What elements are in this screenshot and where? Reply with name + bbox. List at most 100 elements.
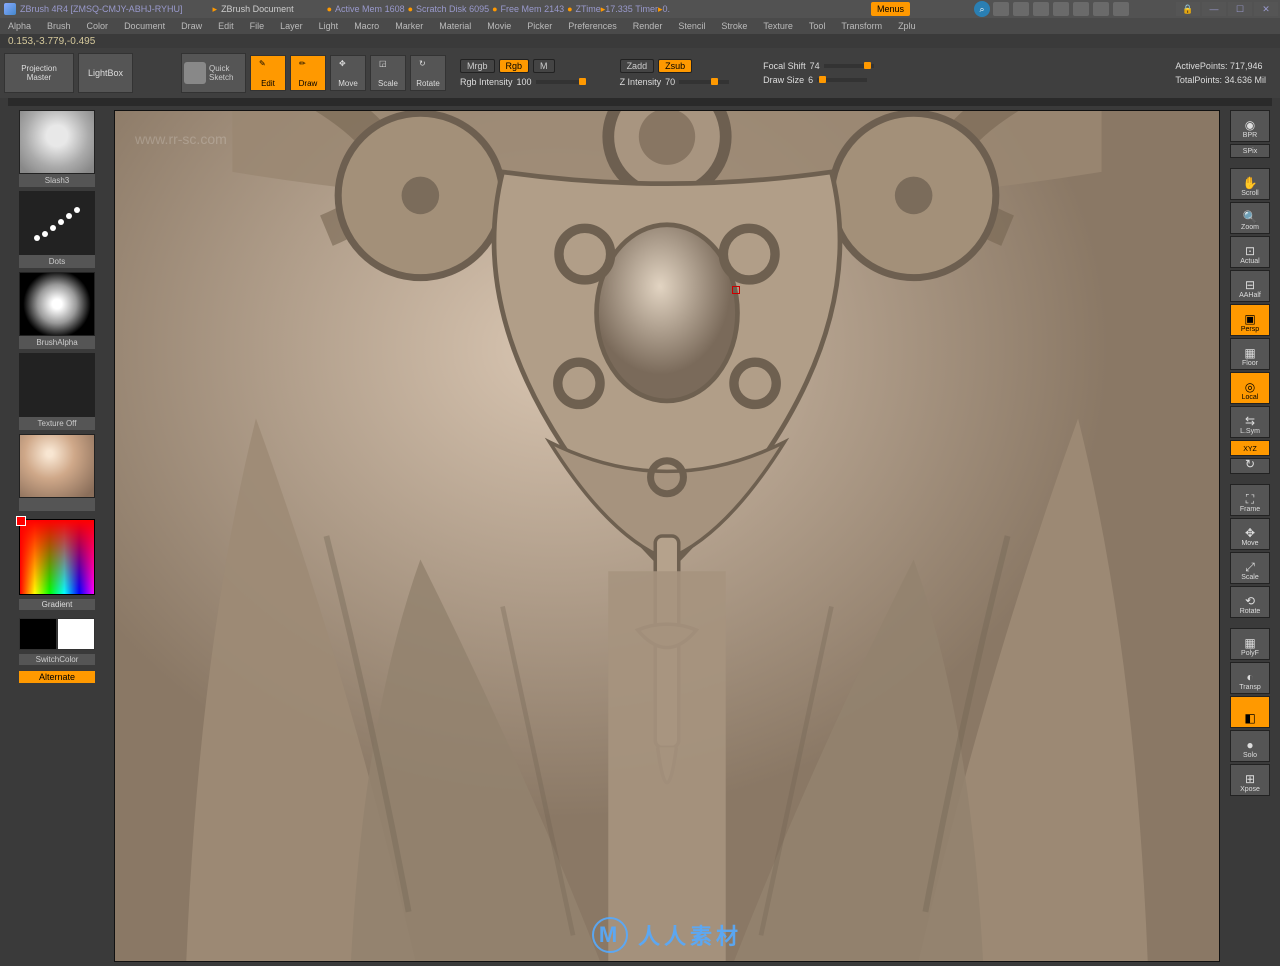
globe-icon[interactable] bbox=[1033, 2, 1049, 16]
menu-stroke[interactable]: Stroke bbox=[717, 21, 751, 31]
window-controls: 🔒 — ☐ ✕ bbox=[1176, 2, 1278, 16]
rot-snap-button[interactable]: ↻ bbox=[1230, 458, 1270, 474]
move-mode-button[interactable]: ✥Move bbox=[330, 55, 366, 91]
stroke-selector[interactable]: Dots bbox=[19, 191, 95, 268]
bolt-icon[interactable] bbox=[1053, 2, 1069, 16]
alpha-selector[interactable]: BrushAlpha bbox=[19, 272, 95, 349]
menu-color[interactable]: Color bbox=[83, 21, 113, 31]
search-icon[interactable]: ⌕ bbox=[974, 1, 990, 17]
floor-button[interactable]: ▦Floor bbox=[1230, 338, 1270, 370]
minimize-icon[interactable]: — bbox=[1202, 2, 1226, 16]
home-icon[interactable] bbox=[1013, 2, 1029, 16]
mrgb-button[interactable]: Mrgb bbox=[460, 59, 495, 73]
menu-movie[interactable]: Movie bbox=[483, 21, 515, 31]
color-black-swatch[interactable] bbox=[19, 618, 57, 650]
rotate-mode-button[interactable]: ↻Rotate bbox=[410, 55, 446, 91]
viewport-canvas[interactable]: www.rr-sc.com M 人人素材 bbox=[114, 110, 1220, 962]
lsym-button[interactable]: ⇆L.Sym bbox=[1230, 406, 1270, 438]
maximize-icon[interactable]: ☐ bbox=[1228, 2, 1252, 16]
edit-mode-button[interactable]: ✎Edit bbox=[250, 55, 286, 91]
polyf-icon: ▦ bbox=[1240, 636, 1260, 650]
aahalf-button[interactable]: ⊟AAHalf bbox=[1230, 270, 1270, 302]
ghost-button[interactable]: ◧ bbox=[1230, 696, 1270, 728]
material-selector[interactable] bbox=[19, 434, 95, 511]
draw-size-slider[interactable] bbox=[817, 78, 867, 82]
menu-draw[interactable]: Draw bbox=[177, 21, 206, 31]
close-icon[interactable]: ✕ bbox=[1254, 2, 1278, 16]
lightbox-button[interactable]: LightBox bbox=[78, 53, 133, 93]
persp-button[interactable]: ▣Persp bbox=[1230, 304, 1270, 336]
edit-icon: ✎ bbox=[259, 59, 277, 77]
menu-transform[interactable]: Transform bbox=[837, 21, 886, 31]
scale-mode-button[interactable]: ◲Scale bbox=[370, 55, 406, 91]
spix-button[interactable]: SPix bbox=[1230, 144, 1270, 158]
transp-icon: ◐ bbox=[1240, 670, 1260, 684]
projection-master-button[interactable]: Projection Master bbox=[4, 53, 74, 93]
menu-marker[interactable]: Marker bbox=[391, 21, 427, 31]
actual-button[interactable]: ⊡Actual bbox=[1230, 236, 1270, 268]
menu-preferences[interactable]: Preferences bbox=[564, 21, 621, 31]
frame-icon: ⛶ bbox=[1240, 492, 1260, 506]
local-button[interactable]: ◎Local bbox=[1230, 372, 1270, 404]
rgb-intensity-slider[interactable] bbox=[536, 80, 586, 84]
focal-shift-slider[interactable] bbox=[824, 64, 874, 68]
scale-view-icon: ⤢ bbox=[1240, 560, 1260, 574]
menu-render[interactable]: Render bbox=[629, 21, 667, 31]
menu-material[interactable]: Material bbox=[435, 21, 475, 31]
quick-sketch-button[interactable]: Quick Sketch bbox=[181, 53, 246, 93]
texture-preview-icon bbox=[19, 353, 95, 417]
zoom-button[interactable]: 🔍Zoom bbox=[1230, 202, 1270, 234]
bpr-button[interactable]: ◉BPR bbox=[1230, 110, 1270, 142]
lock-icon[interactable] bbox=[1073, 2, 1089, 16]
draw-icon: ✏ bbox=[299, 59, 317, 77]
menu-document[interactable]: Document bbox=[120, 21, 169, 31]
zsub-button[interactable]: Zsub bbox=[658, 59, 692, 73]
alternate-button[interactable]: Alternate bbox=[19, 671, 95, 683]
right-panel: ◉BPR SPix ✋Scroll 🔍Zoom ⊡Actual ⊟AAHalf … bbox=[1220, 106, 1280, 966]
move-view-button[interactable]: ✥Move bbox=[1230, 518, 1270, 550]
color-white-swatch[interactable] bbox=[57, 618, 95, 650]
menu-brush[interactable]: Brush bbox=[43, 21, 75, 31]
rotate-view-button[interactable]: ⟲Rotate bbox=[1230, 586, 1270, 618]
menu-picker[interactable]: Picker bbox=[523, 21, 556, 31]
zadd-button[interactable]: Zadd bbox=[620, 59, 655, 73]
xpose-button[interactable]: ⊞Xpose bbox=[1230, 764, 1270, 796]
menu-macro[interactable]: Macro bbox=[350, 21, 383, 31]
gradient-label[interactable]: Gradient bbox=[19, 599, 95, 610]
frame-button[interactable]: ⛶Frame bbox=[1230, 484, 1270, 516]
switch-color[interactable] bbox=[19, 618, 95, 650]
solo-button[interactable]: ●Solo bbox=[1230, 730, 1270, 762]
sculpt-model bbox=[115, 111, 1219, 961]
menu-stencil[interactable]: Stencil bbox=[674, 21, 709, 31]
foreground-color-swatch[interactable] bbox=[16, 516, 26, 526]
xyz-button[interactable]: XYZ bbox=[1230, 440, 1270, 456]
menu-light[interactable]: Light bbox=[315, 21, 343, 31]
brush-selector[interactable]: Slash3 bbox=[19, 110, 95, 187]
shelf-scrollbar[interactable] bbox=[8, 98, 1272, 106]
color-picker[interactable] bbox=[19, 519, 95, 595]
menu-alpha[interactable]: Alpha bbox=[4, 21, 35, 31]
menu-texture[interactable]: Texture bbox=[759, 21, 797, 31]
texture-selector[interactable]: Texture Off bbox=[19, 353, 95, 430]
scale-view-button[interactable]: ⤢Scale bbox=[1230, 552, 1270, 584]
help-icon[interactable] bbox=[1093, 2, 1109, 16]
coordinates-readout: 0.153,-3.779,-0.495 bbox=[0, 34, 1280, 48]
lock-window-icon[interactable]: 🔒 bbox=[1176, 2, 1200, 16]
menu-layer[interactable]: Layer bbox=[276, 21, 307, 31]
m-button[interactable]: M bbox=[533, 59, 555, 73]
menus-button[interactable]: Menus bbox=[871, 2, 910, 16]
polyf-button[interactable]: ▦PolyF bbox=[1230, 628, 1270, 660]
menu-edit[interactable]: Edit bbox=[214, 21, 238, 31]
menu-tool[interactable]: Tool bbox=[805, 21, 830, 31]
left-panel: Slash3 Dots BrushAlpha Texture Off Gradi… bbox=[0, 106, 114, 966]
xpose-icon: ⊞ bbox=[1240, 772, 1260, 786]
scroll-button[interactable]: ✋Scroll bbox=[1230, 168, 1270, 200]
menu-zplugin[interactable]: Zplu bbox=[894, 21, 920, 31]
menu-file[interactable]: File bbox=[246, 21, 269, 31]
minimize-panel-icon[interactable] bbox=[1113, 2, 1129, 16]
z-intensity-slider[interactable] bbox=[679, 80, 729, 84]
rgb-button[interactable]: Rgb bbox=[499, 59, 530, 73]
user-icon[interactable] bbox=[993, 2, 1009, 16]
draw-mode-button[interactable]: ✏Draw bbox=[290, 55, 326, 91]
transp-button[interactable]: ◐Transp bbox=[1230, 662, 1270, 694]
